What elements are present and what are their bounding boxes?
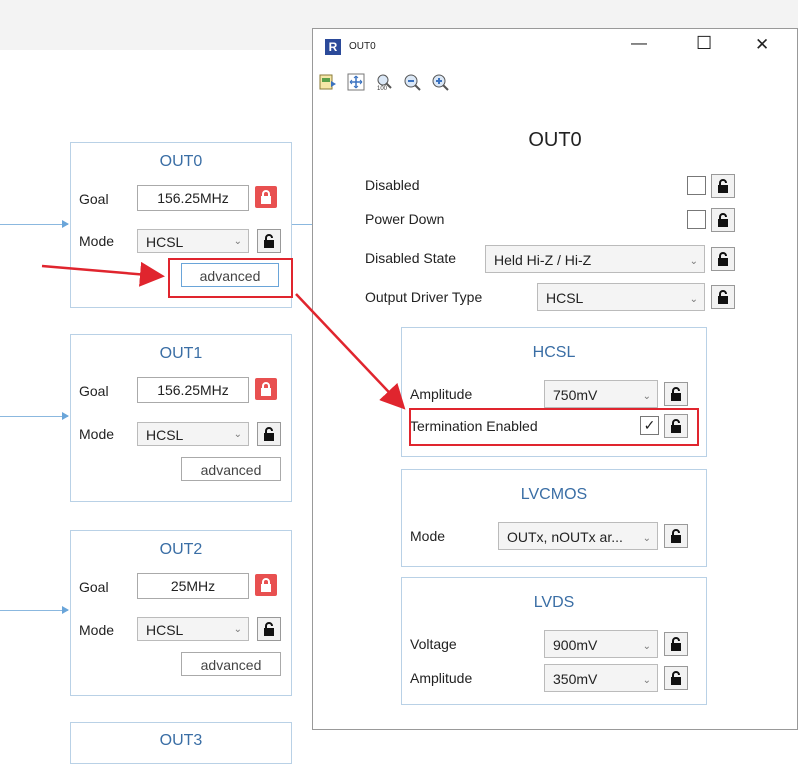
annotation-arrows bbox=[41, 261, 406, 410]
annotation-arrow bbox=[295, 293, 406, 410]
annotation-arrow bbox=[41, 261, 165, 287]
